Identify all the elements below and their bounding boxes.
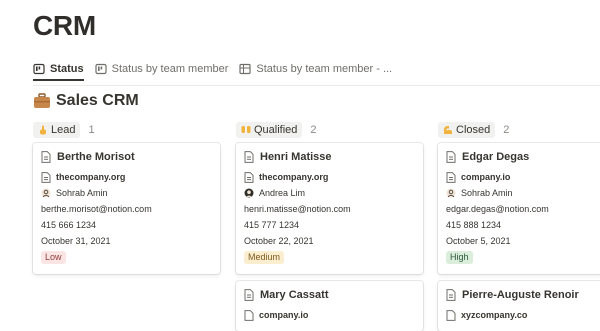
email: berthe.morisot@notion.com <box>41 204 152 214</box>
card-name: Berthe Morisot <box>57 151 135 163</box>
card-pierre-auguste-renoir[interactable]: Pierre-Auguste Renoir xyzcompany.co <box>438 281 600 331</box>
phone: 415 777 1234 <box>244 220 300 230</box>
company-domain: company.io <box>259 310 309 320</box>
board-icon <box>95 63 107 75</box>
document-icon <box>244 309 254 321</box>
company-row: company.io <box>446 169 600 185</box>
tabs-divider <box>33 85 600 86</box>
status-pill: Lead <box>33 122 81 138</box>
priority-badge: Low <box>41 250 66 264</box>
owner-name: Andrea Lim <box>259 188 306 198</box>
briefcase-icon <box>33 93 51 109</box>
card-henri-matisse[interactable]: Henri Matisse thecompany.org Andrea Lim … <box>236 143 423 274</box>
document-icon <box>244 151 254 163</box>
date-row: October 22, 2021 <box>244 233 423 249</box>
avatar <box>446 188 456 198</box>
card-name: Henri Matisse <box>260 151 332 163</box>
board-icon <box>33 63 45 75</box>
card-mary-cassatt[interactable]: Mary Cassatt company.io <box>236 281 423 331</box>
avatar <box>41 188 51 198</box>
phone: 415 666 1234 <box>41 220 97 230</box>
view-tabs: Status Status by team member Status by t… <box>33 58 600 81</box>
owner-row: Andrea Lim <box>244 185 423 201</box>
page-title: CRM <box>33 10 96 41</box>
owner-row: Sohrab Amin <box>41 185 220 201</box>
status-pill: Qualified <box>236 122 303 138</box>
phone: 415 888 1234 <box>446 220 502 230</box>
card-title: Mary Cassatt <box>244 289 423 301</box>
priority-badge: High <box>446 250 473 264</box>
priority-badge: Medium <box>244 250 285 264</box>
owner-row: Sohrab Amin <box>446 185 600 201</box>
tab-status-by-team-member-table[interactable]: Status by team member - ... <box>239 63 392 75</box>
tab-label: Status by team member - ... <box>256 63 393 75</box>
column-header-closed[interactable]: Closed 2 <box>438 122 509 138</box>
date: October 31, 2021 <box>41 236 111 246</box>
table-icon <box>239 63 252 75</box>
card-name: Edgar Degas <box>462 151 530 163</box>
raised-hands-icon <box>241 125 251 135</box>
company-domain: thecompany.org <box>259 172 329 182</box>
company-domain: company.io <box>461 172 511 182</box>
email-row: edgar.degas@notion.com <box>446 201 600 217</box>
card-name: Mary Cassatt <box>260 289 329 301</box>
document-icon <box>446 289 456 301</box>
document-icon <box>41 151 51 163</box>
date: October 22, 2021 <box>244 236 314 246</box>
document-icon <box>41 171 51 183</box>
document-icon <box>244 171 254 183</box>
column-count: 2 <box>503 124 510 136</box>
email-row: henri.matisse@notion.com <box>244 201 423 217</box>
card-title: Berthe Morisot <box>41 151 220 163</box>
status-pill: Closed <box>438 122 496 138</box>
column-header-qualified[interactable]: Qualified 2 <box>236 122 317 138</box>
document-icon <box>244 289 254 301</box>
card-berthe-morisot[interactable]: Berthe Morisot thecompany.org Sohrab Ami… <box>33 143 220 274</box>
priority-row: High <box>446 249 600 265</box>
tab-status[interactable]: Status <box>33 63 84 81</box>
point-up-icon <box>38 125 48 135</box>
date: October 5, 2021 <box>446 236 511 246</box>
company-row: thecompany.org <box>244 169 423 185</box>
card-name: Pierre-Auguste Renoir <box>462 289 579 301</box>
column-header-lead[interactable]: Lead 1 <box>33 122 95 138</box>
company-row: company.io <box>244 307 423 323</box>
company-domain: thecompany.org <box>56 172 126 182</box>
phone-row: 415 888 1234 <box>446 217 600 233</box>
column-count: 2 <box>310 124 317 136</box>
tab-label: Status by team member <box>111 63 229 75</box>
card-title: Henri Matisse <box>244 151 423 163</box>
tab-status-by-team-member[interactable]: Status by team member <box>95 63 229 75</box>
card-edgar-degas[interactable]: Edgar Degas company.io Sohrab Amin edgar… <box>438 143 600 274</box>
database-title-text: Sales CRM <box>56 92 139 109</box>
date-row: October 31, 2021 <box>41 233 220 249</box>
document-icon <box>446 309 456 321</box>
company-row: xyzcompany.co <box>446 307 600 323</box>
status-label: Qualified <box>254 124 298 136</box>
phone-row: 415 777 1234 <box>244 217 423 233</box>
owner-name: Sohrab Amin <box>461 188 513 198</box>
company-domain: xyzcompany.co <box>461 310 528 320</box>
database-title[interactable]: Sales CRM <box>33 92 139 110</box>
status-label: Lead <box>51 124 76 136</box>
card-title: Pierre-Auguste Renoir <box>446 289 600 301</box>
tab-label: Status <box>50 63 84 75</box>
email: edgar.degas@notion.com <box>446 204 549 214</box>
priority-row: Low <box>41 249 220 265</box>
flexed-biceps-icon <box>443 125 453 135</box>
document-icon <box>446 151 456 163</box>
owner-name: Sohrab Amin <box>56 188 108 198</box>
phone-row: 415 666 1234 <box>41 217 220 233</box>
company-row: thecompany.org <box>41 169 220 185</box>
avatar <box>244 188 254 198</box>
priority-row: Medium <box>244 249 423 265</box>
email-row: berthe.morisot@notion.com <box>41 201 220 217</box>
card-title: Edgar Degas <box>446 151 600 163</box>
status-label: Closed <box>456 124 491 136</box>
email: henri.matisse@notion.com <box>244 204 351 214</box>
date-row: October 5, 2021 <box>446 233 600 249</box>
document-icon <box>446 171 456 183</box>
column-count: 1 <box>88 124 95 136</box>
